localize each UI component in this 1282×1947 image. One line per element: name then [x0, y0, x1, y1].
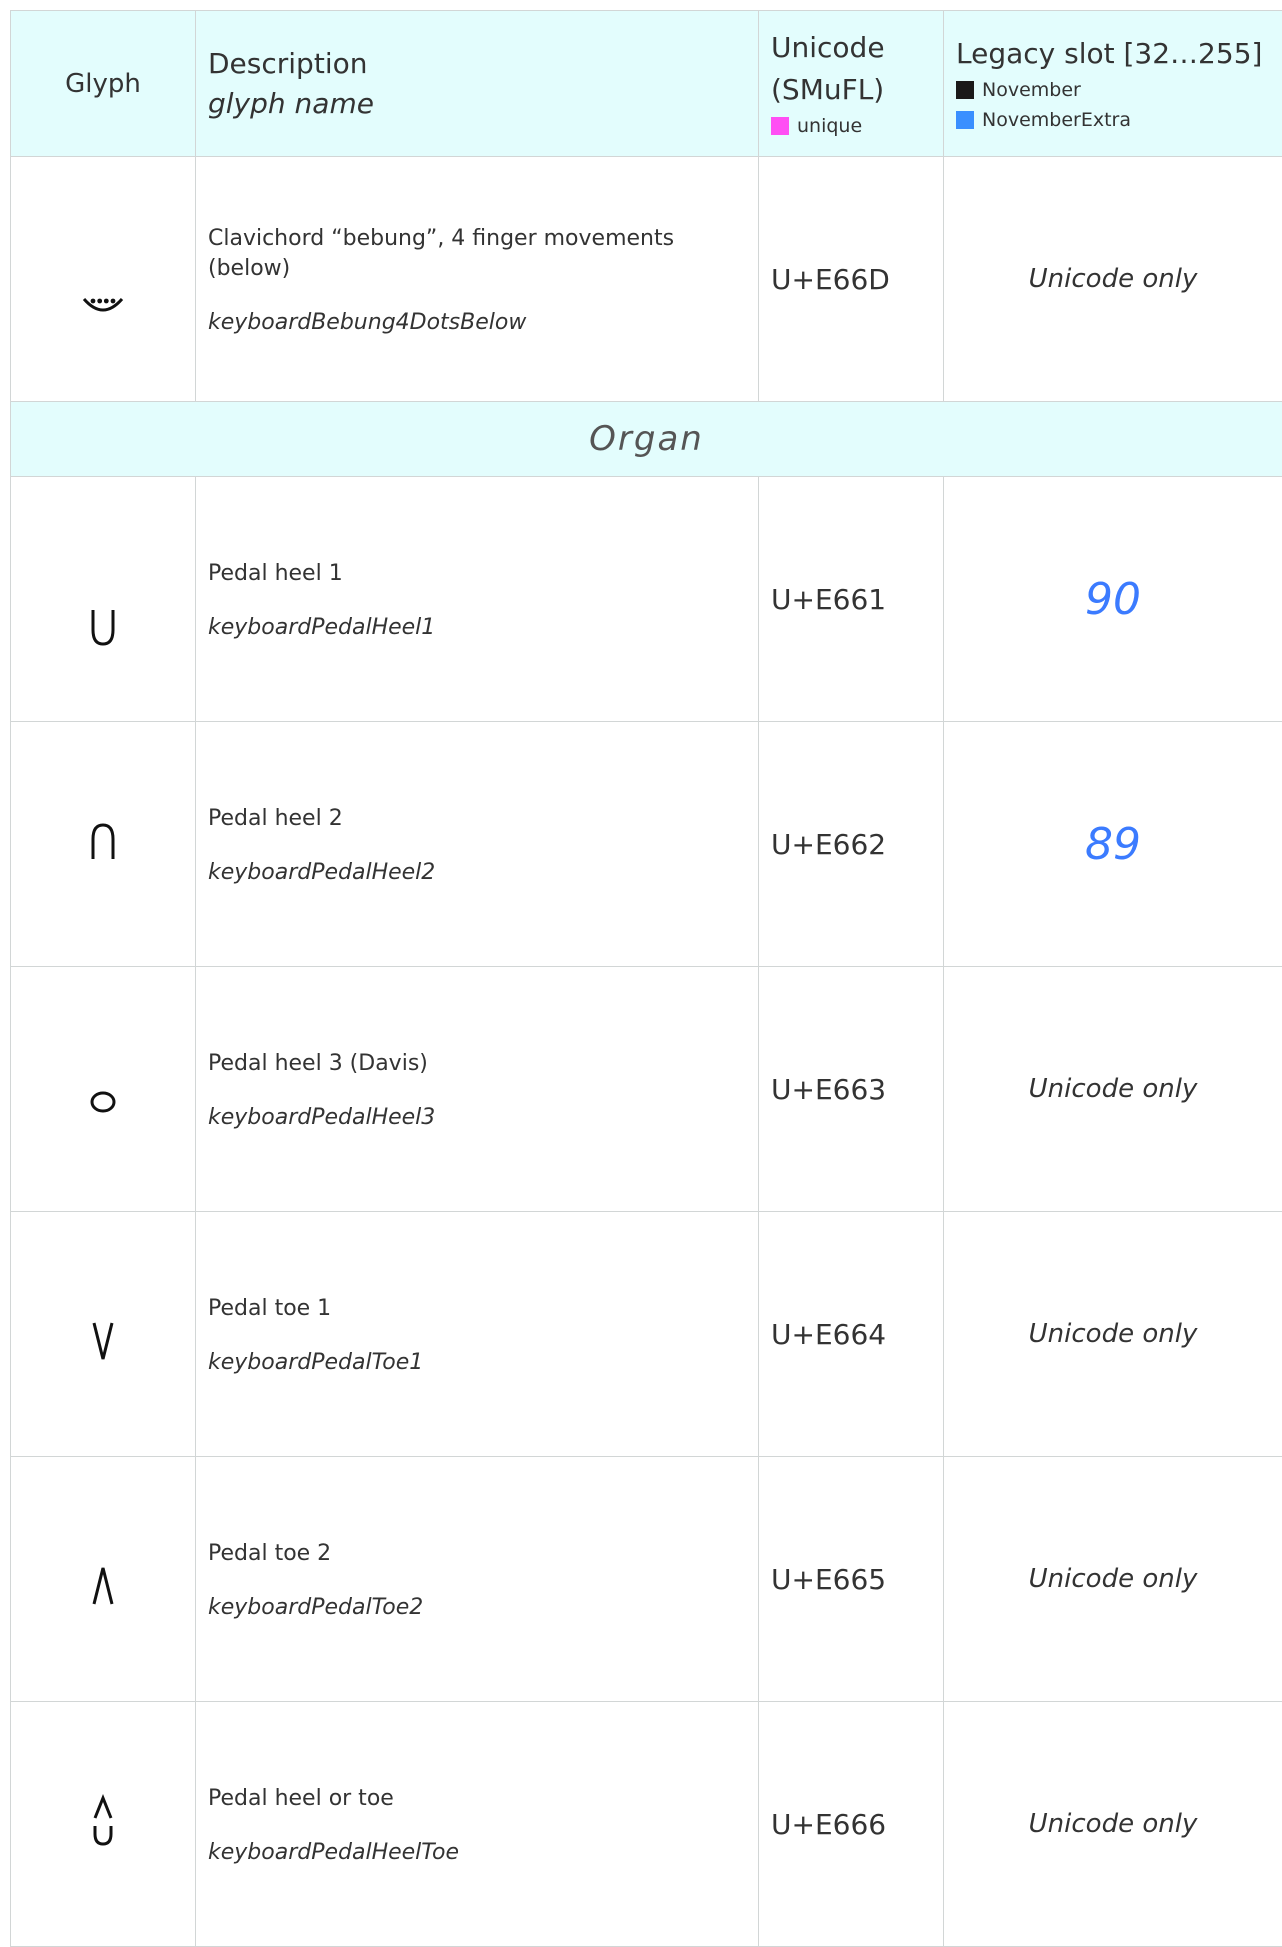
legacy-cell: Unicode only [944, 1457, 1282, 1702]
header-glyph: Glyph [11, 11, 196, 157]
table-row: Clavichord “bebung”, 4 finger movements … [11, 157, 1282, 402]
november-extra-legend-label: NovemberExtra [982, 105, 1131, 135]
description-cell: Pedal heel or toe keyboardPedalHeelToe [196, 1702, 759, 1947]
section-title: Organ [11, 402, 1282, 477]
header-description-label: Description [208, 47, 367, 80]
header-unicode-line1: Unicode [771, 27, 943, 69]
november-legend: November [956, 75, 1282, 105]
glyph-name-text: keyboardPedalHeelToe [208, 1840, 758, 1865]
header-unicode-line2: (SMuFL) [771, 69, 943, 111]
unique-swatch-icon [771, 117, 789, 135]
table-row: Pedal heel 1 keyboardPedalHeel1 U+E661 9… [11, 477, 1282, 722]
unicode-cell: U+E666 [759, 1702, 944, 1947]
table-row: Pedal heel 2 keyboardPedalHeel2 U+E662 8… [11, 722, 1282, 967]
description-cell: Pedal toe 2 keyboardPedalToe2 [196, 1457, 759, 1702]
header-description: Description glyph name [196, 11, 759, 157]
unicode-cell: U+E663 [759, 967, 944, 1212]
pedal-heel-3-icon [83, 1082, 123, 1122]
legacy-slot-cell: 89 [944, 722, 1282, 967]
pedal-heel-1-icon [83, 602, 123, 652]
pedal-heel-2-icon [83, 817, 123, 867]
glyph-table: Glyph Description glyph name Unicode (SM… [10, 10, 1282, 1947]
glyph-name-text: keyboardPedalHeel3 [208, 1105, 758, 1130]
november-extra-swatch-icon [956, 111, 974, 129]
header-glyph-name-label: glyph name [208, 84, 758, 124]
description-cell: Pedal heel 1 keyboardPedalHeel1 [196, 477, 759, 722]
pedal-toe-1-icon [83, 1317, 123, 1367]
glyph-cell [11, 157, 196, 402]
header-legacy-label: Legacy slot [32…255] [956, 33, 1282, 75]
table-row: Pedal heel or toe keyboardPedalHeelToe U… [11, 1702, 1282, 1947]
november-swatch-icon [956, 81, 974, 99]
glyph-name-text: keyboardPedalHeel1 [208, 615, 758, 640]
description-cell: Pedal heel 2 keyboardPedalHeel2 [196, 722, 759, 967]
table-row: Pedal heel 3 (Davis) keyboardPedalHeel3 … [11, 967, 1282, 1212]
legacy-cell: Unicode only [944, 1702, 1282, 1947]
unicode-cell: U+E661 [759, 477, 944, 722]
description-cell: Pedal heel 3 (Davis) keyboardPedalHeel3 [196, 967, 759, 1212]
glyph-cell [11, 1702, 196, 1947]
pedal-heel-or-toe-icon [83, 1792, 123, 1852]
glyph-name-text: keyboardPedalHeel2 [208, 860, 758, 885]
legacy-cell: Unicode only [944, 1212, 1282, 1457]
november-legend-label: November [982, 75, 1081, 105]
glyph-cell [11, 477, 196, 722]
description-text: Pedal heel 3 (Davis) [208, 1049, 758, 1079]
description-cell: Clavichord “bebung”, 4 finger movements … [196, 157, 759, 402]
section-row: Organ [11, 402, 1282, 477]
glyph-cell [11, 1212, 196, 1457]
table-header-row: Glyph Description glyph name Unicode (SM… [11, 11, 1282, 157]
pedal-toe-2-icon [83, 1562, 123, 1612]
legacy-cell: Unicode only [944, 157, 1282, 402]
header-legacy: Legacy slot [32…255] November NovemberEx… [944, 11, 1282, 157]
unicode-cell: U+E665 [759, 1457, 944, 1702]
description-text: Pedal toe 2 [208, 1539, 758, 1569]
legacy-slot-cell: 90 [944, 477, 1282, 722]
description-text: Pedal heel 1 [208, 559, 758, 589]
unicode-cell: U+E66D [759, 157, 944, 402]
description-cell: Pedal toe 1 keyboardPedalToe1 [196, 1212, 759, 1457]
header-unicode: Unicode (SMuFL) unique [759, 11, 944, 157]
description-text: Pedal toe 1 [208, 1294, 758, 1324]
glyph-cell [11, 967, 196, 1212]
november-extra-legend: NovemberExtra [956, 105, 1282, 135]
description-text: Pedal heel 2 [208, 804, 758, 834]
unique-legend: unique [771, 111, 943, 141]
glyph-cell [11, 1457, 196, 1702]
unique-legend-label: unique [797, 111, 862, 141]
description-text: Pedal heel or toe [208, 1784, 758, 1814]
glyph-cell [11, 722, 196, 967]
glyph-name-text: keyboardPedalToe1 [208, 1350, 758, 1375]
glyph-name-text: keyboardPedalToe2 [208, 1595, 758, 1620]
keyboard-bebung-4-dots-below-icon [73, 287, 133, 327]
table-row: Pedal toe 1 keyboardPedalToe1 U+E664 Uni… [11, 1212, 1282, 1457]
table-row: Pedal toe 2 keyboardPedalToe2 U+E665 Uni… [11, 1457, 1282, 1702]
legacy-cell: Unicode only [944, 967, 1282, 1212]
unicode-cell: U+E664 [759, 1212, 944, 1457]
glyph-name-text: keyboardBebung4DotsBelow [208, 310, 758, 335]
unicode-cell: U+E662 [759, 722, 944, 967]
description-text: Clavichord “bebung”, 4 finger movements … [208, 224, 758, 284]
